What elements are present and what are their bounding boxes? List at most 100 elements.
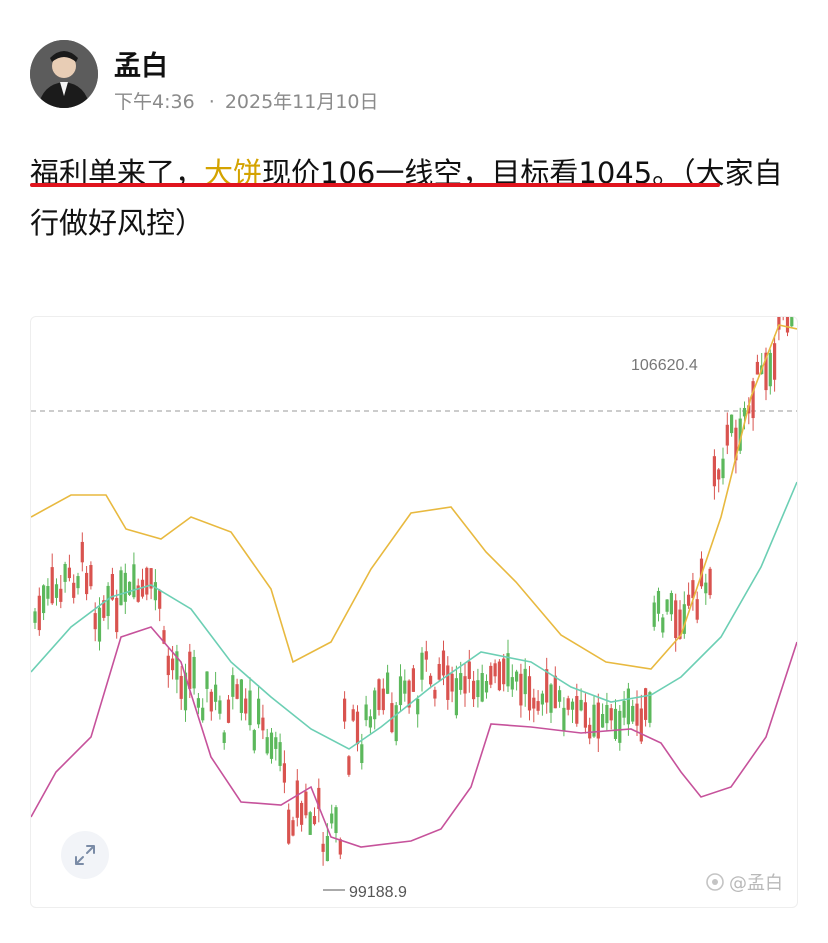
candle-up (669, 593, 673, 615)
post-time: 下午4:36 (114, 91, 195, 113)
candle-up (308, 812, 312, 835)
candle-up (274, 737, 278, 749)
candle-up (54, 584, 59, 598)
candle-down (695, 599, 699, 620)
candle-down (446, 665, 450, 700)
candle-down (489, 665, 493, 685)
candle-down (321, 843, 325, 852)
candle-down (381, 688, 385, 711)
candle-down (497, 661, 501, 691)
candle-up (325, 835, 329, 862)
candle-up (558, 690, 562, 702)
candle-up (386, 672, 390, 694)
price-chart: 106620.4 99188.9 (31, 317, 797, 901)
candle-up (652, 602, 656, 627)
candle-down (85, 572, 89, 595)
candle-up (601, 714, 605, 728)
candle-up (626, 688, 630, 725)
candle-up (622, 700, 626, 718)
candle-down (343, 698, 347, 722)
candle-up (373, 690, 377, 720)
candle-down (644, 688, 648, 720)
candle-up (562, 707, 566, 732)
candle-down (244, 698, 248, 714)
candle-up (661, 617, 665, 633)
candle-down (235, 684, 239, 699)
expand-button[interactable] (61, 831, 109, 879)
candle-down (553, 675, 557, 709)
candle-up (730, 414, 734, 434)
candle-down (712, 456, 716, 487)
candle-up (570, 701, 575, 710)
candle-up (46, 586, 50, 599)
candle-up (704, 582, 708, 594)
candle-down (37, 595, 41, 631)
candle-up (394, 705, 398, 742)
candle-down (429, 675, 433, 685)
upper-band-line (31, 324, 797, 670)
candle-up (484, 681, 489, 693)
post-body: 福利单来了，大饼现价106一线空，目标看1045。（大家自行做好风控） (30, 148, 805, 248)
candle-down (300, 802, 304, 825)
candle-up (665, 599, 669, 612)
candle-up (330, 813, 334, 824)
candle-up (132, 564, 136, 598)
candle-up (416, 698, 420, 715)
meta-separator: · (208, 91, 215, 113)
candle-up (153, 582, 157, 601)
candle-up (269, 732, 274, 759)
candle-down (424, 651, 428, 660)
candle-up (613, 708, 618, 739)
candle-down (755, 361, 759, 375)
red-underline (30, 183, 720, 187)
candle-down (209, 691, 213, 712)
candle-up (33, 611, 37, 623)
candle-up (618, 710, 622, 743)
expand-icon (75, 845, 95, 865)
candle-up (334, 807, 338, 834)
candle-up (218, 700, 222, 714)
candle-up (648, 692, 652, 723)
candle-down (338, 839, 342, 855)
candle-up (476, 680, 480, 698)
candle-up (368, 716, 372, 728)
candle-down (575, 696, 579, 724)
candle-up (76, 576, 80, 589)
candle-down (441, 650, 446, 676)
candle-up (239, 679, 243, 713)
author-name[interactable]: 孟白 (114, 44, 168, 83)
candle-down (493, 663, 497, 677)
candle-up (231, 675, 235, 697)
candle-down (188, 651, 192, 689)
lower-band-line (31, 626, 797, 848)
candle-down (467, 661, 471, 679)
candle-up (360, 744, 364, 764)
candles (33, 317, 794, 866)
candle-down (639, 708, 643, 742)
candle-up (248, 690, 252, 726)
candle-down (295, 780, 299, 818)
chart-image[interactable]: 106620.4 99188.9 @孟白 (30, 316, 798, 908)
candle-down (282, 763, 286, 783)
low-price-label: 99188.9 (349, 884, 407, 901)
candle-down (355, 711, 360, 745)
candle-up (403, 680, 407, 694)
candle-down (609, 708, 613, 721)
candle-down (59, 588, 63, 602)
watermark-text: @孟白 (729, 873, 783, 894)
candle-down (93, 613, 97, 630)
avatar[interactable] (30, 40, 98, 108)
candle-down (179, 675, 183, 699)
candle-down (166, 655, 170, 676)
post-meta: 下午4:36 · 2025年11月10日 (114, 87, 379, 114)
candle-down (72, 582, 76, 598)
candle-up (540, 693, 544, 705)
candle-down (50, 567, 54, 604)
candle-up (605, 704, 609, 724)
candle-down (502, 658, 506, 685)
candle-down (287, 809, 291, 844)
middle-band-line (31, 481, 797, 750)
candle-up (196, 698, 200, 708)
candle-down (450, 673, 454, 692)
candle-up (265, 737, 269, 754)
